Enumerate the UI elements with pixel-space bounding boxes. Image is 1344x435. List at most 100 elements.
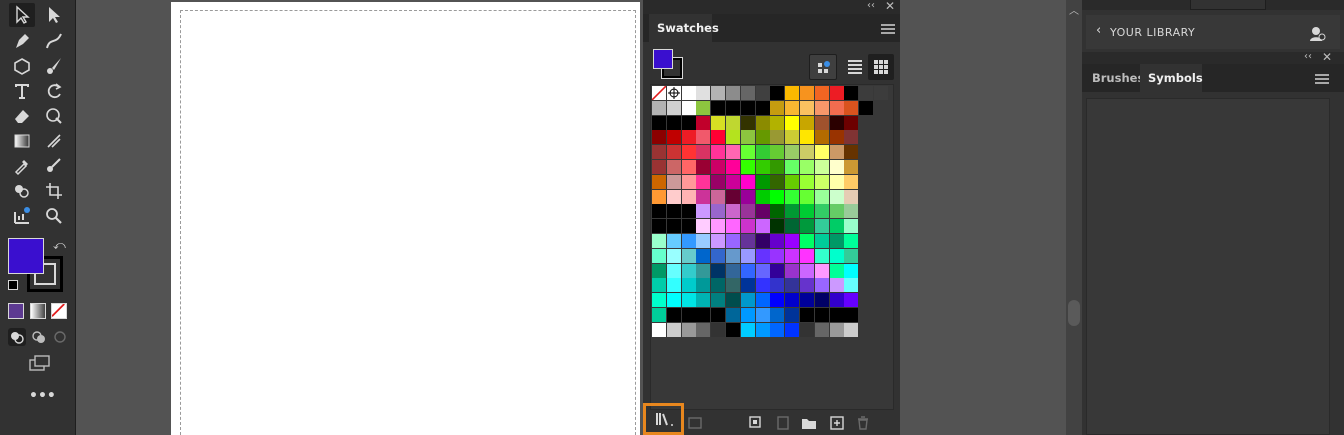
color-swatch[interactable] xyxy=(652,189,666,204)
color-swatch[interactable] xyxy=(814,219,829,234)
color-swatch[interactable] xyxy=(740,160,755,174)
color-swatch[interactable] xyxy=(770,115,785,130)
color-swatch[interactable] xyxy=(711,160,726,174)
color-swatch[interactable] xyxy=(726,160,740,174)
color-swatch[interactable] xyxy=(829,204,844,219)
color-swatch[interactable] xyxy=(814,86,829,100)
color-swatch[interactable] xyxy=(711,308,726,322)
color-swatch[interactable] xyxy=(666,248,681,263)
eyedropper-tool-icon[interactable] xyxy=(9,154,35,178)
show-kinds-menu-icon[interactable] xyxy=(684,413,706,433)
color-swatch[interactable] xyxy=(740,145,755,160)
draw-inside-icon[interactable] xyxy=(51,328,69,346)
pen-tool-icon[interactable] xyxy=(9,29,35,53)
tab-swatches[interactable]: Swatches xyxy=(649,14,719,42)
color-swatch[interactable] xyxy=(814,278,829,293)
color-swatch[interactable] xyxy=(740,130,755,145)
color-swatch[interactable] xyxy=(711,115,726,130)
selection-tool-icon[interactable] xyxy=(9,3,35,27)
panel-menu-icon[interactable] xyxy=(1315,74,1329,84)
color-swatch[interactable] xyxy=(666,263,681,278)
color-swatch[interactable] xyxy=(666,234,681,248)
color-swatch[interactable] xyxy=(711,248,726,263)
color-swatch[interactable] xyxy=(785,248,800,263)
color-swatch[interactable] xyxy=(726,130,740,145)
scroll-thumb[interactable] xyxy=(1068,300,1080,326)
color-swatch[interactable] xyxy=(800,204,814,219)
rotate-tool-icon[interactable] xyxy=(41,79,67,103)
color-swatch[interactable] xyxy=(755,115,770,130)
registration-swatch[interactable] xyxy=(666,86,681,100)
color-swatch[interactable] xyxy=(770,100,785,115)
swap-fill-stroke-icon[interactable]: ⤺ xyxy=(53,238,66,253)
color-swatch[interactable] xyxy=(829,160,844,174)
color-swatch[interactable] xyxy=(829,263,844,278)
color-swatch[interactable] xyxy=(652,278,666,293)
tab-symbols[interactable]: Symbols xyxy=(1140,64,1203,92)
color-swatch[interactable] xyxy=(652,204,666,219)
color-swatch[interactable] xyxy=(696,174,711,189)
color-swatch[interactable] xyxy=(726,100,740,115)
color-swatch[interactable] xyxy=(696,86,711,100)
color-swatch[interactable] xyxy=(681,322,696,337)
color-swatch[interactable] xyxy=(652,130,666,145)
mesh-tool-icon[interactable] xyxy=(41,129,67,153)
color-swatch[interactable] xyxy=(696,263,711,278)
color-swatch[interactable] xyxy=(800,130,814,145)
color-swatch[interactable] xyxy=(785,293,800,308)
color-swatch[interactable] xyxy=(666,189,681,204)
color-swatch[interactable] xyxy=(666,145,681,160)
dock-scrollbar[interactable]: ︿ xyxy=(1066,0,1082,435)
color-swatch[interactable] xyxy=(785,278,800,293)
color-swatch[interactable] xyxy=(681,145,696,160)
color-swatch[interactable] xyxy=(770,130,785,145)
color-swatch[interactable] xyxy=(681,248,696,263)
color-swatch[interactable] xyxy=(696,234,711,248)
color-swatch[interactable] xyxy=(726,263,740,278)
color-swatch[interactable] xyxy=(726,278,740,293)
color-swatch[interactable] xyxy=(740,174,755,189)
color-swatch[interactable] xyxy=(814,115,829,130)
color-swatch[interactable] xyxy=(726,293,740,308)
color-swatch[interactable] xyxy=(770,293,785,308)
color-swatch[interactable] xyxy=(696,278,711,293)
color-swatch[interactable] xyxy=(800,86,814,100)
color-swatch[interactable] xyxy=(696,130,711,145)
color-swatch[interactable] xyxy=(814,100,829,115)
polygon-tool-icon[interactable] xyxy=(9,54,35,78)
color-swatch[interactable] xyxy=(844,293,859,308)
color-swatch[interactable] xyxy=(844,100,859,115)
color-swatch[interactable] xyxy=(696,308,711,322)
color-swatch[interactable] xyxy=(652,115,666,130)
scroll-up-icon[interactable]: ︿ xyxy=(1069,2,1079,17)
color-swatch[interactable] xyxy=(652,234,666,248)
color-swatch[interactable] xyxy=(844,160,859,174)
color-swatch[interactable] xyxy=(711,174,726,189)
direct-selection-tool-icon[interactable] xyxy=(41,3,67,27)
color-swatch[interactable] xyxy=(770,248,785,263)
color-swatch[interactable] xyxy=(755,263,770,278)
color-swatch[interactable] xyxy=(681,219,696,234)
color-swatch[interactable] xyxy=(785,86,800,100)
color-swatch[interactable] xyxy=(666,115,681,130)
color-swatch[interactable] xyxy=(696,204,711,219)
color-swatch[interactable] xyxy=(800,145,814,160)
color-swatch[interactable] xyxy=(681,263,696,278)
color-swatch[interactable] xyxy=(652,293,666,308)
color-swatch[interactable] xyxy=(785,219,800,234)
gradient-tool-icon[interactable] xyxy=(9,129,35,153)
color-swatch[interactable] xyxy=(844,322,859,337)
color-swatch[interactable] xyxy=(666,160,681,174)
color-swatch[interactable] xyxy=(800,248,814,263)
color-swatch[interactable] xyxy=(726,204,740,219)
new-color-group-icon[interactable] xyxy=(798,413,820,433)
color-swatch[interactable] xyxy=(800,234,814,248)
color-swatch[interactable] xyxy=(814,174,829,189)
color-swatch[interactable] xyxy=(652,219,666,234)
color-swatch[interactable] xyxy=(726,189,740,204)
color-swatch[interactable] xyxy=(711,234,726,248)
none-mode-icon[interactable] xyxy=(51,303,67,319)
color-swatch[interactable] xyxy=(711,86,726,100)
color-swatch[interactable] xyxy=(666,278,681,293)
color-swatch[interactable] xyxy=(829,100,844,115)
